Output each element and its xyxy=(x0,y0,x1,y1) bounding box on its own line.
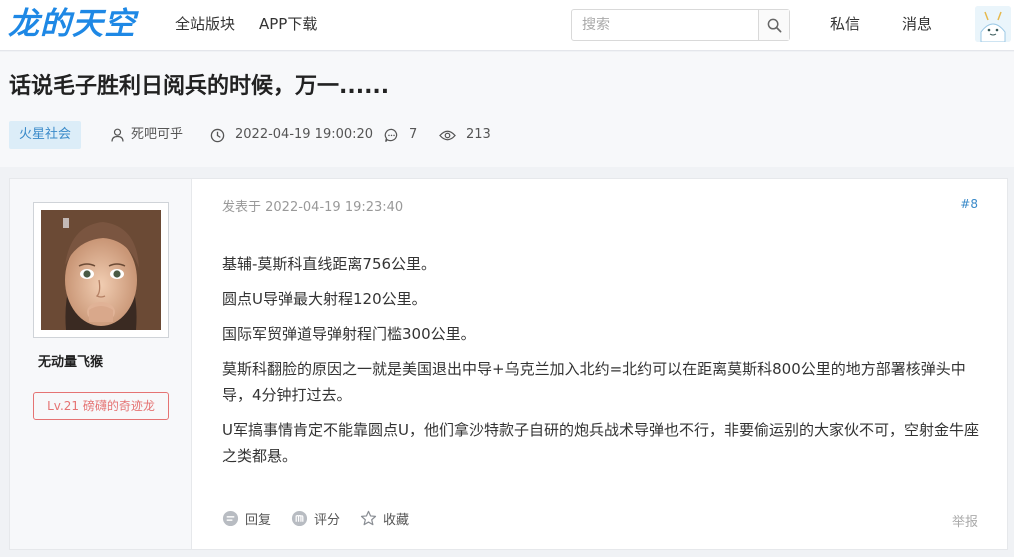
nav-app-download[interactable]: APP下载 xyxy=(259,14,317,34)
author-name[interactable]: 无动量飞猴 xyxy=(38,351,103,370)
clock-icon xyxy=(210,128,230,143)
category-tag[interactable]: 火星社会 xyxy=(9,121,82,149)
author-avatar[interactable] xyxy=(33,202,169,338)
search-box xyxy=(571,9,790,41)
nav-all-boards[interactable]: 全站版块 xyxy=(175,14,235,34)
thread-time-text: 2022-04-19 19:00:20 xyxy=(235,127,374,142)
reply-button[interactable]: 回复 xyxy=(222,509,271,528)
report-link[interactable]: 举报 xyxy=(952,511,978,530)
post-content: 基辅-莫斯科直线距离756公里。 圆点U导弹最大射程120公里。 国际军贸弹道导… xyxy=(222,251,982,478)
favorite-label: 收藏 xyxy=(383,513,410,528)
reply-label: 回复 xyxy=(245,513,272,528)
nav-private-messages[interactable]: 私信 xyxy=(830,14,860,34)
post-actions: 回复 评分 收藏 xyxy=(222,509,429,528)
thread-title: 话说毛子胜利日阅兵的时候，万一...... xyxy=(9,74,390,99)
search-input[interactable] xyxy=(572,10,759,40)
site-logo[interactable]: 龙的天空 xyxy=(8,6,136,42)
eye-icon xyxy=(439,129,461,142)
search-button[interactable] xyxy=(758,10,789,40)
rate-button[interactable]: 评分 xyxy=(291,509,340,528)
rate-label: 评分 xyxy=(314,513,341,528)
comment-count-text: 7 xyxy=(409,127,418,142)
view-count-text: 213 xyxy=(466,127,491,142)
nav-notifications[interactable]: 消息 xyxy=(902,14,932,34)
search-icon xyxy=(767,18,782,33)
comment-count: 7 xyxy=(384,125,417,145)
user-icon xyxy=(111,128,129,142)
post-paragraph: 圆点U导弹最大射程120公里。 xyxy=(222,290,427,308)
author-panel: 无动量飞猴 Lv.21 磅礴的奇迹龙 xyxy=(10,179,192,549)
level-badge: Lv.21 磅礴的奇迹龙 xyxy=(33,392,169,420)
post-paragraph: 莫斯科翻脸的原因之一就是美国退出中导+乌克兰加入北约=北约可以在距离莫斯科800… xyxy=(222,360,966,404)
thread-header: 话说毛子胜利日阅兵的时候，万一...... 火星社会 死吧可乎 2022-04-… xyxy=(0,52,1014,167)
favorite-button[interactable]: 收藏 xyxy=(360,509,409,528)
post-paragraph: U军搞事情肯定不能靠圆点U，他们拿沙特款子自研的炮兵战术导弹也不行，非要偷运别的… xyxy=(222,421,979,465)
post-paragraph: 基辅-莫斯科直线距离756公里。 xyxy=(222,255,437,273)
post-paragraph: 国际军贸弹道导弹射程门槛300公里。 xyxy=(222,325,476,343)
reply-icon xyxy=(222,510,239,527)
rate-icon xyxy=(291,510,308,527)
thread-author[interactable]: 死吧可乎 xyxy=(111,125,183,145)
comment-icon xyxy=(384,128,404,143)
view-count: 213 xyxy=(439,125,491,145)
thread-author-name: 死吧可乎 xyxy=(131,127,184,142)
star-icon xyxy=(360,510,377,527)
thread-time: 2022-04-19 19:00:20 xyxy=(210,125,373,145)
post-card: 无动量飞猴 Lv.21 磅礴的奇迹龙 发表于 2022-04-19 19:23:… xyxy=(9,178,1008,550)
post-time: 发表于 2022-04-19 19:23:40 xyxy=(222,200,404,215)
top-navbar: 龙的天空 全站版块 APP下载 私信 消息 xyxy=(0,0,1014,51)
user-avatar[interactable] xyxy=(975,6,1011,42)
floor-number[interactable]: #8 xyxy=(960,197,978,211)
